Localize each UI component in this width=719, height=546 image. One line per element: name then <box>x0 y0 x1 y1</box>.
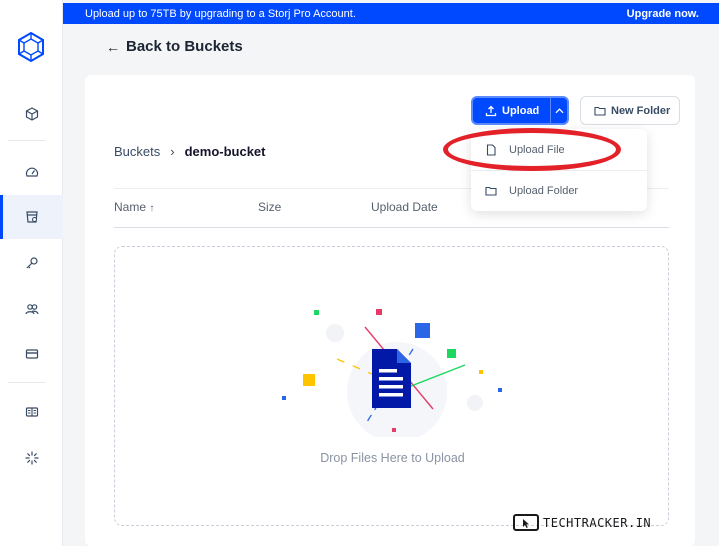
sidebar-item-access[interactable] <box>0 241 63 285</box>
watermark: TECHTRACKER.IN <box>513 514 651 531</box>
breadcrumb-root[interactable]: Buckets <box>114 144 160 159</box>
sidebar-item-settings[interactable] <box>0 436 63 480</box>
new-folder-button[interactable]: New Folder <box>580 96 680 125</box>
column-header-size[interactable]: Size <box>258 200 281 214</box>
folder-icon <box>594 106 606 116</box>
column-header-name[interactable]: Name ↑ <box>114 200 154 214</box>
spark-icon <box>24 451 39 465</box>
card-icon <box>25 349 38 359</box>
arrow-left-icon: ← <box>106 38 120 55</box>
new-folder-label: New Folder <box>611 104 671 117</box>
menu-item-label: Upload Folder <box>509 184 579 197</box>
back-to-buckets-link[interactable]: ← Back to Buckets <box>106 38 243 55</box>
sidebar <box>0 0 63 546</box>
sidebar-item-resources[interactable] <box>0 390 63 434</box>
table-divider <box>114 227 669 228</box>
book-icon <box>25 407 38 417</box>
upload-button[interactable]: Upload <box>471 96 569 125</box>
file-drop-zone[interactable]: Drop Files Here to Upload <box>114 246 669 526</box>
upgrade-now-link[interactable]: Upgrade now. <box>627 8 699 20</box>
annotation-highlight-circle <box>443 128 621 171</box>
upload-icon <box>485 105 497 116</box>
sort-arrow-icon: ↑ <box>149 203 155 214</box>
folder-icon <box>485 186 497 196</box>
sidebar-item-dashboard[interactable] <box>0 92 63 136</box>
upload-label: Upload <box>502 104 540 117</box>
column-header-upload-date[interactable]: Upload Date <box>371 200 438 214</box>
upgrade-banner: Upload up to 75TB by upgrading to a Stor… <box>63 3 719 24</box>
cube-icon <box>25 107 38 121</box>
breadcrumb-separator: › <box>170 144 175 159</box>
breadcrumb-current: demo-bucket <box>184 144 266 159</box>
sidebar-item-buckets[interactable] <box>0 195 63 239</box>
menu-item-upload-folder[interactable]: Upload Folder <box>471 170 647 211</box>
cursor-window-icon <box>513 514 539 531</box>
back-label: Back to Buckets <box>126 38 243 55</box>
chevron-up-icon[interactable] <box>551 107 567 114</box>
breadcrumb: Buckets › demo-bucket <box>114 144 266 159</box>
sidebar-item-billing[interactable] <box>0 332 63 376</box>
upload-main[interactable]: Upload <box>473 98 550 123</box>
sidebar-item-usage[interactable] <box>0 150 63 194</box>
users-icon <box>24 304 39 315</box>
storj-logo-icon[interactable] <box>17 31 45 63</box>
banner-message: Upload up to 75TB by upgrading to a Stor… <box>85 7 356 20</box>
upload-illustration <box>282 309 502 437</box>
sidebar-item-team[interactable] <box>0 287 63 331</box>
drop-zone-text: Drop Files Here to Upload <box>320 451 465 465</box>
watermark-text: TECHTRACKER.IN <box>543 515 652 530</box>
key-icon <box>26 257 38 269</box>
bucket-icon <box>25 211 38 223</box>
gauge-icon <box>25 167 38 177</box>
